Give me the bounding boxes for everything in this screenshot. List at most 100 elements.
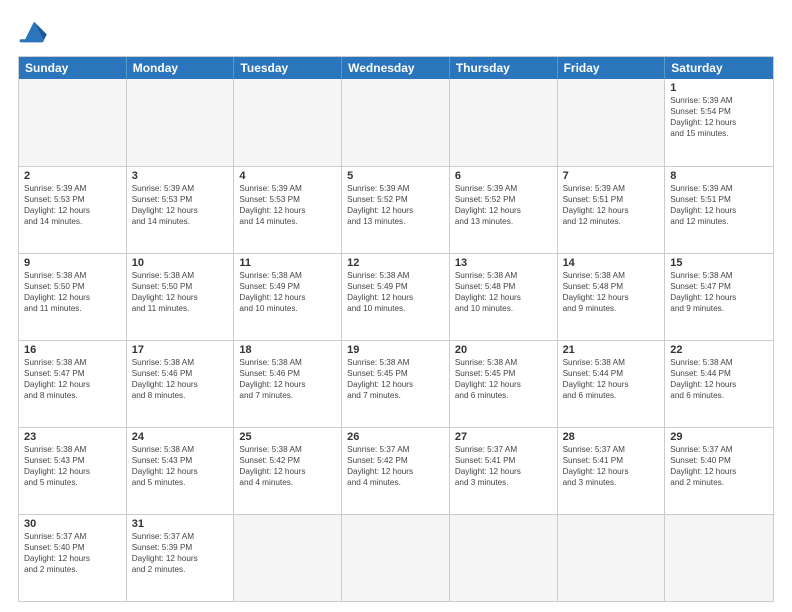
calendar-cell: 6Sunrise: 5:39 AM Sunset: 5:52 PM Daylig… <box>450 167 558 253</box>
day-info: Sunrise: 5:39 AM Sunset: 5:54 PM Dayligh… <box>670 95 768 139</box>
calendar-cell <box>665 515 773 601</box>
calendar-cell: 27Sunrise: 5:37 AM Sunset: 5:41 PM Dayli… <box>450 428 558 514</box>
day-number: 25 <box>239 431 336 443</box>
calendar-cell: 26Sunrise: 5:37 AM Sunset: 5:42 PM Dayli… <box>342 428 450 514</box>
day-info: Sunrise: 5:39 AM Sunset: 5:53 PM Dayligh… <box>239 183 336 227</box>
calendar-cell: 8Sunrise: 5:39 AM Sunset: 5:51 PM Daylig… <box>665 167 773 253</box>
calendar-body: 1Sunrise: 5:39 AM Sunset: 5:54 PM Daylig… <box>19 79 773 601</box>
calendar-cell <box>19 79 127 166</box>
calendar-cell <box>234 79 342 166</box>
weekday-header-monday: Monday <box>127 57 235 79</box>
calendar-cell <box>558 79 666 166</box>
calendar: SundayMondayTuesdayWednesdayThursdayFrid… <box>18 56 774 602</box>
calendar-row-3: 16Sunrise: 5:38 AM Sunset: 5:47 PM Dayli… <box>19 340 773 427</box>
day-number: 27 <box>455 431 552 443</box>
calendar-cell: 19Sunrise: 5:38 AM Sunset: 5:45 PM Dayli… <box>342 341 450 427</box>
day-number: 24 <box>132 431 229 443</box>
day-number: 29 <box>670 431 768 443</box>
day-info: Sunrise: 5:38 AM Sunset: 5:42 PM Dayligh… <box>239 444 336 488</box>
calendar-cell: 30Sunrise: 5:37 AM Sunset: 5:40 PM Dayli… <box>19 515 127 601</box>
day-info: Sunrise: 5:37 AM Sunset: 5:40 PM Dayligh… <box>24 531 121 575</box>
calendar-cell: 25Sunrise: 5:38 AM Sunset: 5:42 PM Dayli… <box>234 428 342 514</box>
calendar-row-4: 23Sunrise: 5:38 AM Sunset: 5:43 PM Dayli… <box>19 427 773 514</box>
day-info: Sunrise: 5:38 AM Sunset: 5:49 PM Dayligh… <box>239 270 336 314</box>
calendar-cell: 2Sunrise: 5:39 AM Sunset: 5:53 PM Daylig… <box>19 167 127 253</box>
day-number: 8 <box>670 170 768 182</box>
day-info: Sunrise: 5:38 AM Sunset: 5:49 PM Dayligh… <box>347 270 444 314</box>
calendar-cell: 28Sunrise: 5:37 AM Sunset: 5:41 PM Dayli… <box>558 428 666 514</box>
day-number: 9 <box>24 257 121 269</box>
calendar-cell: 17Sunrise: 5:38 AM Sunset: 5:46 PM Dayli… <box>127 341 235 427</box>
day-number: 10 <box>132 257 229 269</box>
day-number: 22 <box>670 344 768 356</box>
page: SundayMondayTuesdayWednesdayThursdayFrid… <box>0 0 792 612</box>
calendar-cell: 7Sunrise: 5:39 AM Sunset: 5:51 PM Daylig… <box>558 167 666 253</box>
day-info: Sunrise: 5:39 AM Sunset: 5:53 PM Dayligh… <box>132 183 229 227</box>
day-number: 28 <box>563 431 660 443</box>
day-info: Sunrise: 5:39 AM Sunset: 5:52 PM Dayligh… <box>455 183 552 227</box>
day-info: Sunrise: 5:38 AM Sunset: 5:47 PM Dayligh… <box>670 270 768 314</box>
day-number: 16 <box>24 344 121 356</box>
calendar-cell: 11Sunrise: 5:38 AM Sunset: 5:49 PM Dayli… <box>234 254 342 340</box>
day-number: 17 <box>132 344 229 356</box>
logo <box>18 18 54 46</box>
calendar-cell: 20Sunrise: 5:38 AM Sunset: 5:45 PM Dayli… <box>450 341 558 427</box>
day-info: Sunrise: 5:37 AM Sunset: 5:40 PM Dayligh… <box>670 444 768 488</box>
day-info: Sunrise: 5:37 AM Sunset: 5:39 PM Dayligh… <box>132 531 229 575</box>
calendar-cell <box>450 515 558 601</box>
day-number: 5 <box>347 170 444 182</box>
weekday-header-friday: Friday <box>558 57 666 79</box>
calendar-cell: 3Sunrise: 5:39 AM Sunset: 5:53 PM Daylig… <box>127 167 235 253</box>
day-info: Sunrise: 5:38 AM Sunset: 5:45 PM Dayligh… <box>347 357 444 401</box>
calendar-cell: 10Sunrise: 5:38 AM Sunset: 5:50 PM Dayli… <box>127 254 235 340</box>
calendar-cell: 18Sunrise: 5:38 AM Sunset: 5:46 PM Dayli… <box>234 341 342 427</box>
calendar-cell: 21Sunrise: 5:38 AM Sunset: 5:44 PM Dayli… <box>558 341 666 427</box>
calendar-cell <box>558 515 666 601</box>
calendar-cell: 1Sunrise: 5:39 AM Sunset: 5:54 PM Daylig… <box>665 79 773 166</box>
day-info: Sunrise: 5:38 AM Sunset: 5:50 PM Dayligh… <box>132 270 229 314</box>
calendar-cell <box>234 515 342 601</box>
day-number: 7 <box>563 170 660 182</box>
weekday-header-sunday: Sunday <box>19 57 127 79</box>
day-number: 23 <box>24 431 121 443</box>
day-info: Sunrise: 5:39 AM Sunset: 5:53 PM Dayligh… <box>24 183 121 227</box>
calendar-header: SundayMondayTuesdayWednesdayThursdayFrid… <box>19 57 773 79</box>
day-info: Sunrise: 5:37 AM Sunset: 5:42 PM Dayligh… <box>347 444 444 488</box>
day-info: Sunrise: 5:39 AM Sunset: 5:51 PM Dayligh… <box>670 183 768 227</box>
calendar-cell: 24Sunrise: 5:38 AM Sunset: 5:43 PM Dayli… <box>127 428 235 514</box>
calendar-cell: 12Sunrise: 5:38 AM Sunset: 5:49 PM Dayli… <box>342 254 450 340</box>
calendar-cell <box>127 79 235 166</box>
calendar-cell <box>342 79 450 166</box>
day-number: 6 <box>455 170 552 182</box>
calendar-row-2: 9Sunrise: 5:38 AM Sunset: 5:50 PM Daylig… <box>19 253 773 340</box>
day-number: 19 <box>347 344 444 356</box>
day-number: 14 <box>563 257 660 269</box>
day-info: Sunrise: 5:38 AM Sunset: 5:47 PM Dayligh… <box>24 357 121 401</box>
day-number: 12 <box>347 257 444 269</box>
day-info: Sunrise: 5:38 AM Sunset: 5:44 PM Dayligh… <box>563 357 660 401</box>
weekday-header-thursday: Thursday <box>450 57 558 79</box>
day-info: Sunrise: 5:38 AM Sunset: 5:46 PM Dayligh… <box>132 357 229 401</box>
header <box>18 18 774 46</box>
calendar-row-5: 30Sunrise: 5:37 AM Sunset: 5:40 PM Dayli… <box>19 514 773 601</box>
day-info: Sunrise: 5:38 AM Sunset: 5:43 PM Dayligh… <box>24 444 121 488</box>
day-info: Sunrise: 5:38 AM Sunset: 5:43 PM Dayligh… <box>132 444 229 488</box>
calendar-row-1: 2Sunrise: 5:39 AM Sunset: 5:53 PM Daylig… <box>19 166 773 253</box>
day-number: 3 <box>132 170 229 182</box>
calendar-cell: 9Sunrise: 5:38 AM Sunset: 5:50 PM Daylig… <box>19 254 127 340</box>
day-number: 15 <box>670 257 768 269</box>
calendar-cell: 15Sunrise: 5:38 AM Sunset: 5:47 PM Dayli… <box>665 254 773 340</box>
day-info: Sunrise: 5:38 AM Sunset: 5:46 PM Dayligh… <box>239 357 336 401</box>
day-info: Sunrise: 5:38 AM Sunset: 5:50 PM Dayligh… <box>24 270 121 314</box>
calendar-cell: 16Sunrise: 5:38 AM Sunset: 5:47 PM Dayli… <box>19 341 127 427</box>
day-info: Sunrise: 5:39 AM Sunset: 5:52 PM Dayligh… <box>347 183 444 227</box>
weekday-header-wednesday: Wednesday <box>342 57 450 79</box>
day-info: Sunrise: 5:38 AM Sunset: 5:48 PM Dayligh… <box>563 270 660 314</box>
day-number: 11 <box>239 257 336 269</box>
day-number: 1 <box>670 82 768 94</box>
day-number: 2 <box>24 170 121 182</box>
day-info: Sunrise: 5:38 AM Sunset: 5:44 PM Dayligh… <box>670 357 768 401</box>
day-number: 4 <box>239 170 336 182</box>
calendar-cell: 29Sunrise: 5:37 AM Sunset: 5:40 PM Dayli… <box>665 428 773 514</box>
calendar-cell <box>342 515 450 601</box>
